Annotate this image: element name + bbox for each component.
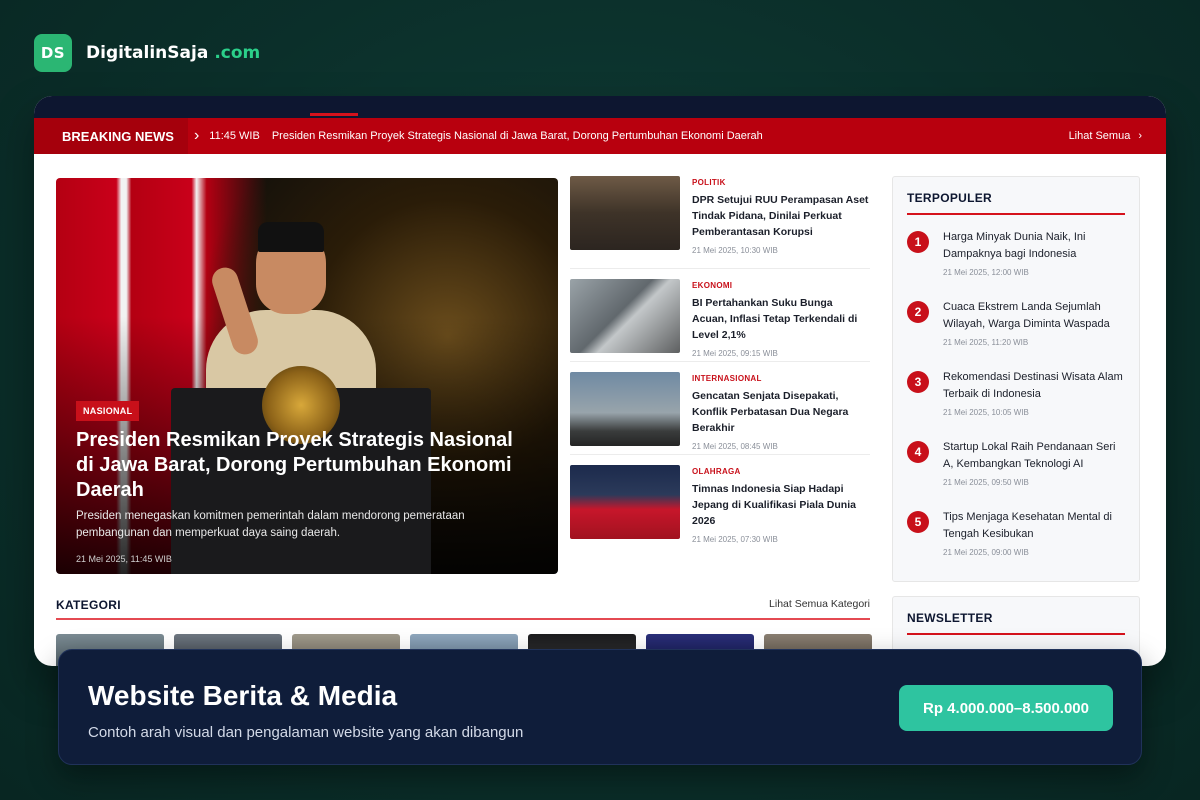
popular-item-date: 21 Mei 2025, 10:05 WIB	[943, 408, 1029, 417]
popular-sidebar: TERPOPULER 1 Harga Minyak Dunia Naik, In…	[892, 176, 1140, 582]
chevron-right-icon: ›	[1138, 130, 1142, 142]
article-date: 21 Mei 2025, 10:30 WIB	[692, 246, 778, 255]
article-date: 21 Mei 2025, 07:30 WIB	[692, 535, 778, 544]
article-category[interactable]: POLITIK	[692, 178, 870, 187]
breaking-news-bar[interactable]: BREAKING NEWS › 11:45 WIB Presiden Resmi…	[34, 118, 1166, 154]
brand[interactable]: DS DigitalinSaja .com	[34, 34, 260, 72]
popular-item-date: 21 Mei 2025, 11:20 WIB	[943, 338, 1029, 347]
categories-title: KATEGORI	[56, 598, 121, 612]
breaking-see-all-label: Lihat Semua	[1068, 130, 1131, 142]
price-button[interactable]: Rp 4.000.000–8.500.000	[899, 685, 1113, 731]
list-item[interactable]: INTERNASIONAL Gencatan Senjata Disepakat…	[570, 362, 870, 455]
article-title[interactable]: BI Pertahankan Suku Bunga Acuan, Inflasi…	[692, 295, 870, 343]
list-item[interactable]: POLITIK DPR Setujui RUU Perampasan Aset …	[570, 176, 870, 269]
popular-item[interactable]: 2 Cuaca Ekstrem Landa Sejumlah Wilayah, …	[907, 299, 1125, 355]
article-title[interactable]: Gencatan Senjata Disepakati, Konflik Per…	[692, 388, 870, 436]
main-content: NASIONAL Presiden Resmikan Proyek Strate…	[34, 154, 1166, 666]
categories-header: KATEGORI Lihat Semua Kategori	[56, 598, 870, 620]
breaking-news-label: BREAKING NEWS	[34, 118, 188, 154]
article-category[interactable]: INTERNASIONAL	[692, 374, 870, 383]
active-nav-indicator	[310, 113, 358, 116]
newsletter-title: NEWSLETTER	[907, 611, 1125, 635]
rank-badge: 1	[907, 231, 929, 253]
brand-name: DigitalinSaja	[86, 43, 209, 63]
rank-badge: 4	[907, 441, 929, 463]
article-date: 21 Mei 2025, 08:45 WIB	[692, 442, 778, 451]
popular-item-title[interactable]: Harga Minyak Dunia Naik, Ini Dampaknya b…	[943, 229, 1125, 263]
hero-description: Presiden menegaskan komitmen pemerintah …	[76, 510, 465, 539]
popular-item-title[interactable]: Tips Menjaga Kesehatan Mental di Tengah …	[943, 509, 1125, 543]
latest-articles-list: POLITIK DPR Setujui RUU Perampasan Aset …	[570, 176, 870, 548]
popular-title: TERPOPULER	[907, 191, 1125, 215]
article-thumbnail[interactable]	[570, 176, 680, 250]
breaking-news-headline[interactable]: Presiden Resmikan Proyek Strategis Nasio…	[272, 130, 1069, 142]
popular-item[interactable]: 5 Tips Menjaga Kesehatan Mental di Tenga…	[907, 509, 1125, 565]
popular-item-title[interactable]: Startup Lokal Raih Pendanaan Seri A, Kem…	[943, 439, 1125, 473]
hero-article[interactable]: NASIONAL Presiden Resmikan Proyek Strate…	[56, 178, 558, 574]
brand-logo-mark: DS	[34, 34, 72, 72]
rank-badge: 2	[907, 301, 929, 323]
article-title[interactable]: DPR Setujui RUU Perampasan Aset Tindak P…	[692, 192, 870, 240]
rank-badge: 5	[907, 511, 929, 533]
popular-item[interactable]: 1 Harga Minyak Dunia Naik, Ini Dampaknya…	[907, 229, 1125, 285]
article-category[interactable]: EKONOMI	[692, 281, 870, 290]
brand-tld: .com	[214, 43, 261, 63]
hero-category-badge[interactable]: NASIONAL	[76, 401, 140, 421]
popular-item-date: 21 Mei 2025, 09:50 WIB	[943, 478, 1029, 487]
popular-item-date: 21 Mei 2025, 09:00 WIB	[943, 548, 1029, 557]
popular-item-title[interactable]: Rekomendasi Destinasi Wisata Alam Terbai…	[943, 369, 1125, 403]
list-item[interactable]: EKONOMI BI Pertahankan Suku Bunga Acuan,…	[570, 269, 870, 362]
list-item[interactable]: OLAHRAGA Timnas Indonesia Siap Hadapi Je…	[570, 455, 870, 548]
popular-item[interactable]: 3 Rekomendasi Destinasi Wisata Alam Terb…	[907, 369, 1125, 425]
info-banner: Website Berita & Media Contoh arah visua…	[58, 649, 1142, 765]
hero-title[interactable]: Presiden Resmikan Proyek Strategis Nasio…	[76, 428, 516, 503]
article-title[interactable]: Timnas Indonesia Siap Hadapi Jepang di K…	[692, 481, 870, 529]
chevron-right-icon: ›	[193, 127, 200, 144]
website-preview: BREAKING NEWS › 11:45 WIB Presiden Resmi…	[34, 96, 1166, 666]
popular-item[interactable]: 4 Startup Lokal Raih Pendanaan Seri A, K…	[907, 439, 1125, 495]
site-header	[34, 96, 1166, 118]
breaking-see-all-link[interactable]: Lihat Semua ›	[1069, 130, 1142, 142]
popular-item-title[interactable]: Cuaca Ekstrem Landa Sejumlah Wilayah, Wa…	[943, 299, 1125, 333]
breaking-news-time: 11:45 WIB	[209, 130, 260, 142]
article-category[interactable]: OLAHRAGA	[692, 467, 870, 476]
article-thumbnail[interactable]	[570, 279, 680, 353]
rank-badge: 3	[907, 371, 929, 393]
banner-title: Website Berita & Media	[88, 680, 398, 711]
article-thumbnail[interactable]	[570, 465, 680, 539]
categories-see-all-link[interactable]: Lihat Semua Kategori	[769, 598, 870, 612]
banner-subtitle: Contoh arah visual dan pengalaman websit…	[88, 724, 524, 741]
hero-date: 21 Mei 2025, 11:45 WIB	[76, 554, 172, 564]
article-date: 21 Mei 2025, 09:15 WIB	[692, 349, 778, 358]
popular-item-date: 21 Mei 2025, 12:00 WIB	[943, 268, 1029, 277]
article-thumbnail[interactable]	[570, 372, 680, 446]
